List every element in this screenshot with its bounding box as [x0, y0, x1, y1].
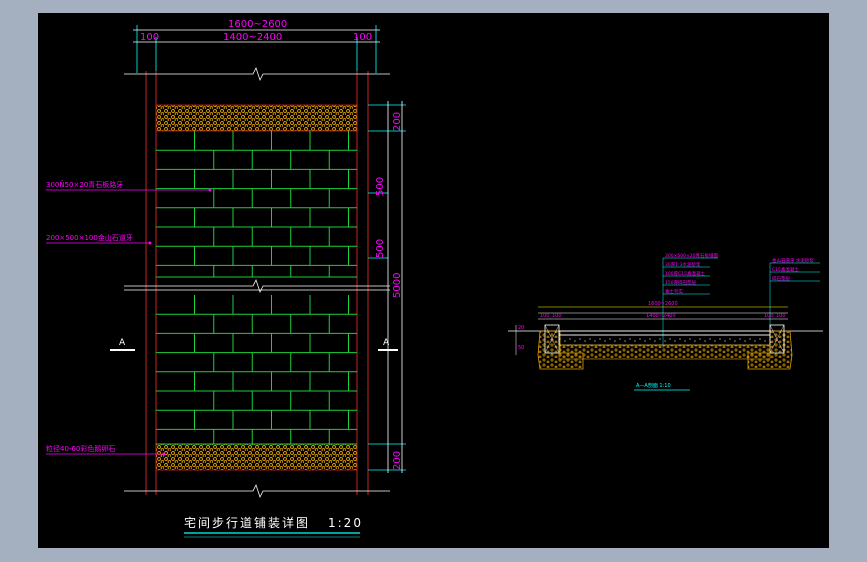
- label-paver: 200×500×100金山石道牙: [46, 233, 133, 242]
- section-dim-middle: 1400~2400: [646, 313, 676, 319]
- section-layer-note-right-1: 金山石道牙 水泥砂浆: [772, 257, 814, 264]
- plan-dim-left: 100: [140, 32, 159, 43]
- plan-title: 宅间步行道铺装详图: [184, 515, 310, 530]
- section-layer-note-right-2: C15素混凝土: [772, 266, 799, 273]
- section-concrete-layer: [558, 334, 771, 346]
- plan-dim-brick-1: 500: [375, 177, 386, 196]
- plan-dim-band-top: 200: [392, 112, 403, 131]
- section-layer-note-left-1: 300×500×20青石板铺面: [665, 252, 718, 259]
- plan-dim-right: 100: [353, 32, 372, 43]
- plan-leaders: [46, 189, 210, 455]
- section-left-dim-1: 20: [518, 325, 524, 331]
- break-lines: [124, 66, 390, 499]
- drawing-canvas: 1600~2600 100 1400~2400 100 200 500 500 …: [38, 13, 829, 548]
- section-marker-left-label: A: [119, 338, 126, 348]
- plan-dim-middle: 1400~2400: [223, 32, 282, 43]
- section-title: A—A剖面 1:10: [636, 382, 671, 389]
- cad-drawing: 1600~2600 100 1400~2400 100 200 500 500 …: [46, 19, 823, 538]
- section-notes-right: [769, 262, 820, 331]
- plan-scale: 1:20: [328, 516, 363, 530]
- section-surface-layer: [558, 330, 771, 336]
- section-layer-note-left-5: 素土夸实: [665, 288, 683, 295]
- plan-dim-total: 1600~2600: [228, 19, 287, 30]
- section-notes-left-text: 300×500×20青石板铺面 30厚1:3水泥砂浆 100厚C15素混凝土 150厚…: [665, 252, 718, 295]
- right-dim-labels: 200 500 500 5000 200: [375, 112, 403, 470]
- section-dim-left-a: 100: [540, 313, 550, 319]
- label-curb: 300Ñ50×20青石板路牙: [46, 180, 123, 189]
- section-left-dim-2: 50: [518, 345, 524, 351]
- section-gravel-layer: [558, 344, 771, 360]
- section-dim-total: 1600~2600: [648, 301, 678, 307]
- section-dim-left-b: 100: [552, 313, 562, 319]
- label-pebble: 粒径40-60彩色鹅卵石: [46, 444, 115, 453]
- section-layer-note-right-3: 碎石垫层: [772, 275, 790, 282]
- section-layer-note-left-2: 30厚1:3水泥砂浆: [665, 261, 701, 268]
- plan-dim-brick-2: 500: [375, 239, 386, 258]
- section-dim-right-a: 100: [764, 313, 774, 319]
- section-notes-right-text: 金山石道牙 水泥砂浆 C15素混凝土碎石垫层: [772, 257, 814, 282]
- pebble-band-top: [155, 104, 358, 132]
- section-marker-left: A: [110, 338, 135, 351]
- section-dim-right-b: 100: [776, 313, 786, 319]
- plan-dim-total-length: 5000: [392, 273, 403, 298]
- pebble-band-bottom: [155, 443, 358, 471]
- plan-view: 1600~2600 100 1400~2400 100 200 500 500 …: [46, 19, 406, 538]
- section-marker-right-label: A: [383, 338, 390, 348]
- paver-brick-field: [156, 131, 357, 445]
- section-layer-note-left-4: 150厚碎石垫层: [665, 279, 697, 286]
- section-view: 300×500×20青石板铺面 30厚1:3水泥砂浆 100厚C15素混凝土 150厚…: [508, 252, 823, 391]
- section-layer-note-left-3: 100厚C15素混凝土: [665, 270, 705, 277]
- plan-dim-band-bottom: 200: [392, 451, 403, 470]
